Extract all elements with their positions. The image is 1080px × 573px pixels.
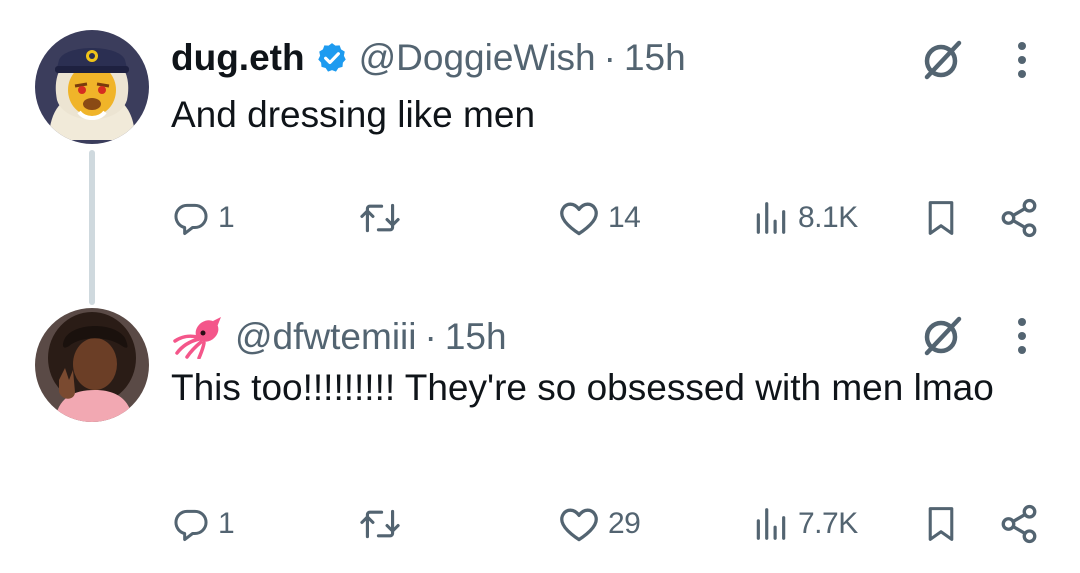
more-options-icon[interactable] bbox=[1004, 310, 1040, 362]
tweet-text: This too!!!!!!!!! They're so obsessed wi… bbox=[171, 367, 994, 408]
heart-icon bbox=[560, 202, 598, 236]
views-count: 8.1K bbox=[798, 201, 858, 234]
heart-icon bbox=[560, 508, 598, 542]
like-button[interactable]: 29 bbox=[558, 499, 641, 549]
tweet-actions: 1 14 8.1K bbox=[0, 193, 1080, 243]
tweet-text: And dressing like men bbox=[171, 94, 536, 135]
username-handle[interactable]: @DoggieWish bbox=[359, 38, 596, 78]
repost-icon bbox=[360, 509, 400, 539]
share-button[interactable] bbox=[998, 193, 1040, 243]
views-button[interactable]: 7.7K bbox=[752, 499, 858, 549]
reply-icon bbox=[174, 203, 208, 236]
tweet[interactable]: dug.eth @DoggieWish · 15h And dressing l… bbox=[0, 0, 1080, 290]
tweet[interactable]: @dfwtemiii · 15h This too!!!!!!!!! They'… bbox=[0, 290, 1080, 573]
tweet-actions: 1 29 7.7K bbox=[0, 499, 1080, 549]
tweet-header: @dfwtemiii · 15h bbox=[171, 315, 507, 359]
like-count: 29 bbox=[608, 507, 641, 540]
share-icon bbox=[1001, 504, 1037, 544]
separator-dot: · bbox=[424, 316, 437, 357]
views-count: 7.7K bbox=[798, 507, 858, 540]
repost-button[interactable] bbox=[358, 193, 410, 243]
avatar[interactable] bbox=[35, 308, 149, 422]
bookmark-button[interactable] bbox=[922, 193, 960, 243]
reply-icon bbox=[174, 509, 208, 542]
grok-icon[interactable] bbox=[916, 310, 968, 362]
separator-dot: · bbox=[603, 37, 616, 78]
reply-button[interactable]: 1 bbox=[172, 499, 235, 549]
verified-badge-icon[interactable] bbox=[315, 41, 349, 75]
username-handle[interactable]: @dfwtemiii bbox=[235, 317, 416, 357]
reply-count: 1 bbox=[218, 507, 235, 540]
more-options-icon[interactable] bbox=[1004, 34, 1040, 86]
lion-captain-avatar-icon bbox=[35, 30, 149, 144]
bookmark-icon bbox=[928, 507, 954, 541]
views-chart-icon bbox=[756, 202, 786, 234]
timestamp[interactable]: 15h bbox=[624, 38, 686, 78]
reply-button[interactable]: 1 bbox=[172, 193, 235, 243]
views-chart-icon bbox=[756, 508, 786, 540]
reply-count: 1 bbox=[218, 201, 235, 234]
like-count: 14 bbox=[608, 201, 641, 234]
repost-button[interactable] bbox=[358, 499, 410, 549]
tweet-header: dug.eth @DoggieWish · 15h bbox=[171, 38, 686, 78]
bookmark-icon bbox=[928, 201, 954, 235]
avatar[interactable] bbox=[35, 30, 149, 144]
grok-icon[interactable] bbox=[916, 34, 968, 86]
display-name[interactable]: dug.eth bbox=[171, 38, 305, 78]
views-button[interactable]: 8.1K bbox=[752, 193, 858, 243]
repost-icon bbox=[360, 203, 400, 233]
squid-emoji-icon bbox=[171, 315, 223, 359]
bookmark-button[interactable] bbox=[922, 499, 960, 549]
timestamp[interactable]: 15h bbox=[445, 317, 507, 357]
share-icon bbox=[1001, 198, 1037, 238]
like-button[interactable]: 14 bbox=[558, 193, 641, 243]
share-button[interactable] bbox=[998, 499, 1040, 549]
woman-peace-sign-avatar-icon bbox=[35, 308, 149, 422]
